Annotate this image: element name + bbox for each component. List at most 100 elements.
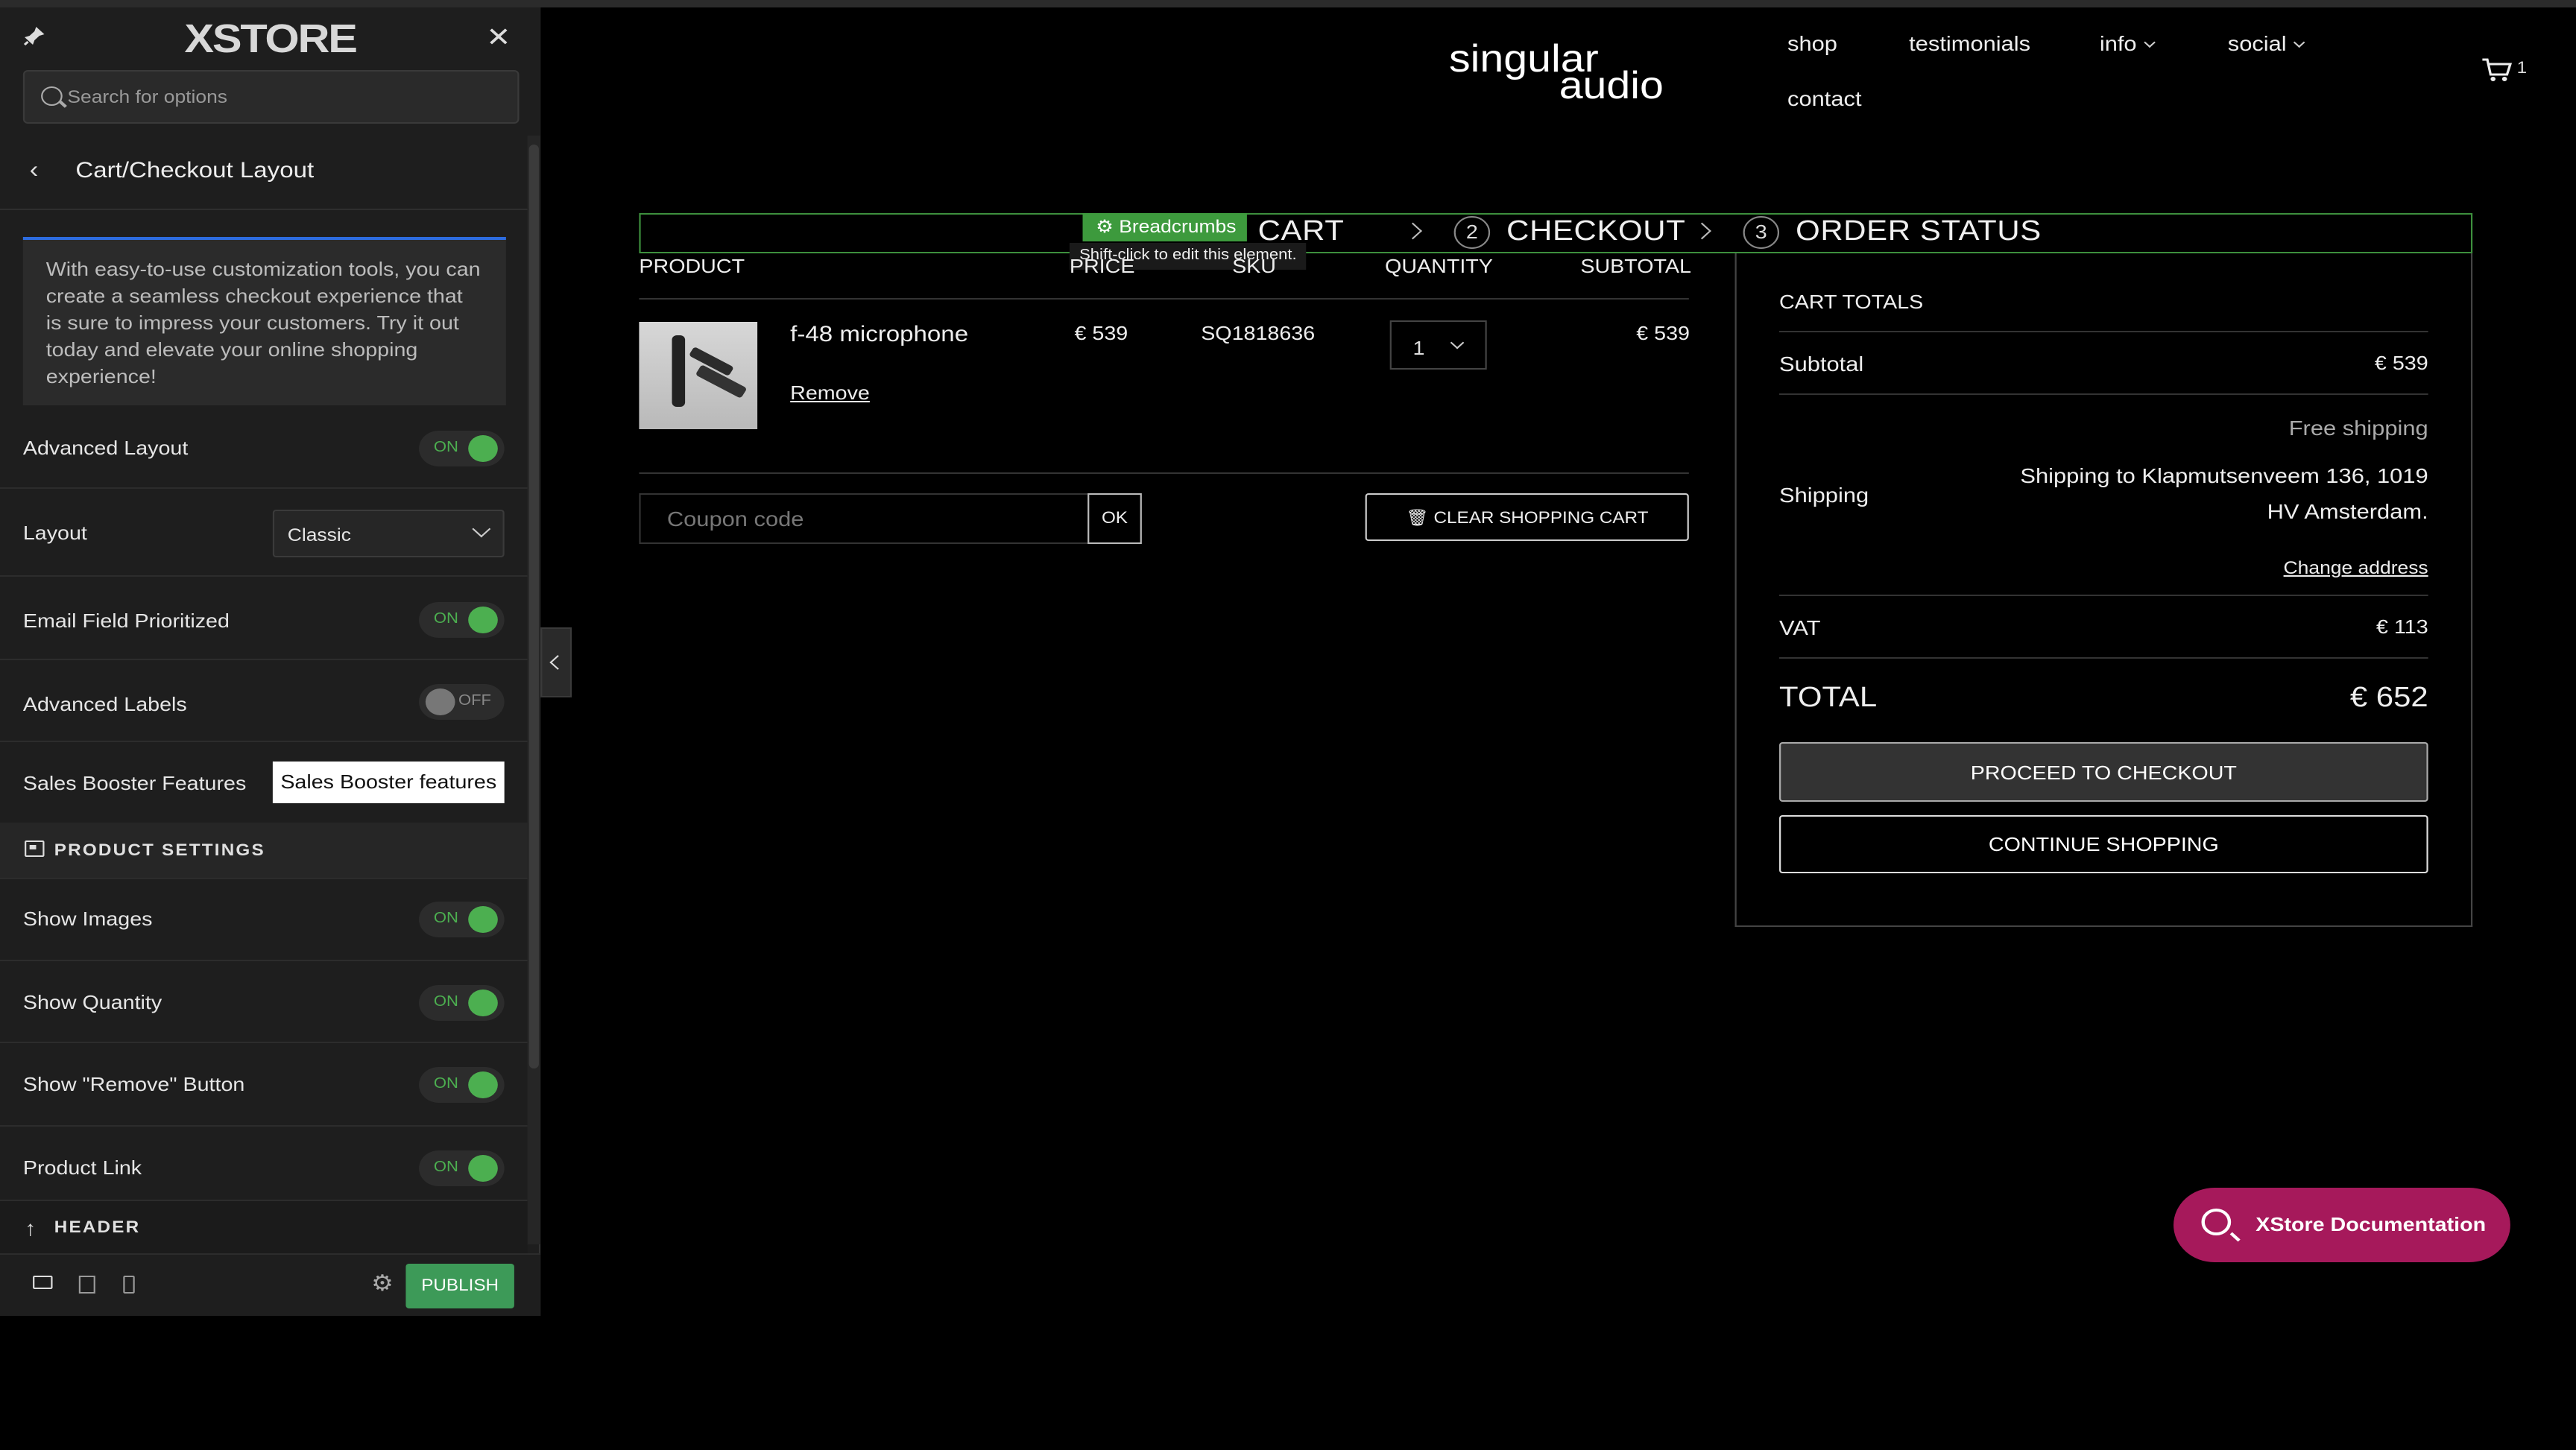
option-label: Show "Remove" Button [22,1073,245,1095]
customizer-panel: ‹ Cart/Checkout Layout With easy-to-use … [0,136,528,1244]
scrollbar-thumb[interactable] [528,145,539,1068]
chevron-down-icon [2293,37,2305,48]
product-name-link[interactable]: f-48 microphone [790,322,968,347]
toggle-state: ON [433,1076,458,1092]
option-label: Advanced Labels [22,693,187,715]
toggle-state: ON [433,1159,458,1176]
product-settings-section[interactable]: PRODUCT SETTINGS [0,823,528,879]
option-product-link: Product Link ON [0,1127,528,1209]
cart-totals-title: CART TOTALS [1779,291,1924,313]
search-input[interactable] [67,72,511,122]
option-sales-booster: Sales Booster Features Sales Booster fea… [0,742,528,824]
nav-social[interactable]: social [2227,31,2305,55]
cart-count: 1 [2516,60,2528,77]
apply-coupon-button[interactable]: OK [1087,493,1142,544]
customizer-header: XSTORE ✕ [0,7,541,136]
column-header-quantity: QUANTITY [1385,255,1493,277]
nav-info-label: info [2099,31,2137,55]
layout-select[interactable]: Classic [272,510,505,557]
sales-booster-button[interactable]: Sales Booster features [272,762,505,803]
panel-scrollbar[interactable] [527,136,541,1244]
panel-description: With easy-to-use customization tools, yo… [22,237,506,405]
clear-cart-label: CLEAR SHOPPING CART [1433,509,1649,527]
product-price: € 539 [1074,322,1128,344]
total-value: € 652 [2349,683,2428,714]
show-quantity-toggle[interactable]: ON [419,985,505,1021]
column-header-subtotal: SUBTOTAL [1580,255,1691,277]
mobile-icon[interactable] [123,1276,135,1294]
toggle-knob [468,607,498,633]
proceed-to-checkout-button[interactable]: PROCEED TO CHECKOUT [1779,742,2428,802]
divider [1779,595,2428,596]
option-label: Show Images [22,908,153,930]
quantity-select[interactable]: 1 [1389,320,1487,370]
collapse-sidebar-button[interactable] [540,627,572,697]
subtotal-label: Subtotal [1779,352,1864,376]
toggle-knob [425,688,455,715]
breadcrumb-step-order-status[interactable]: ORDER STATUS [1796,216,2042,249]
toggle-state: ON [433,611,458,627]
product-sku: SQ1818636 [1201,322,1316,344]
back-arrow-icon[interactable]: ‹ [30,158,39,185]
column-header-product: PRODUCT [639,255,745,277]
email-field-toggle[interactable]: ON [419,602,505,638]
product-link-toggle[interactable]: ON [419,1150,505,1186]
toggle-knob [468,990,498,1016]
divider [1779,331,2428,332]
product-subtotal: € 539 [1636,322,1690,344]
product-image[interactable] [639,322,758,429]
shipping-address-line-2: HV Amsterdam. [2267,499,2428,523]
option-label: Sales Booster Features [22,772,247,794]
nav-social-label: social [2227,31,2287,55]
continue-shopping-button[interactable]: CONTINUE SHOPPING [1779,815,2428,873]
toggle-state: ON [433,994,458,1010]
nav-testimonials[interactable]: testimonials [1909,31,2030,55]
divider [639,298,1689,300]
chevron-down-icon [472,520,491,538]
nav-contact[interactable]: contact [1787,86,1861,110]
nav-info[interactable]: info [2099,31,2155,55]
subtotal-value: € 539 [2374,352,2428,374]
tablet-icon[interactable] [78,1276,95,1294]
show-remove-toggle[interactable]: ON [419,1067,505,1103]
breadcrumb-step-checkout[interactable]: CHECKOUT [1506,216,1685,249]
advanced-labels-toggle[interactable]: OFF [419,684,505,720]
close-icon[interactable]: ✕ [486,22,511,54]
advanced-layout-toggle[interactable]: ON [419,431,505,466]
divider [639,472,1689,474]
option-advanced-layout: Advanced Layout ON [0,405,528,489]
chevron-down-icon [2143,37,2155,48]
option-label: Layout [22,522,87,544]
header-section[interactable]: ↑ HEADER [0,1200,528,1253]
coupon-code-input[interactable] [639,493,1090,544]
microphone-shape [672,335,686,407]
clear-cart-button[interactable]: 🗑 CLEAR SHOPPING CART [1365,493,1689,541]
breadcrumb-step-number: 3 [1743,216,1780,249]
divider [1779,393,2428,395]
shipping-address-line-1: Shipping to Klapmutsenveem 136, 1019 [2020,463,2428,487]
arrow-up-icon: ↑ [25,1216,37,1240]
option-label: Show Quantity [22,991,162,1013]
toggle-state: ON [433,911,458,927]
shipping-method: Free shipping [2288,416,2428,440]
toggle-state: ON [433,440,458,456]
cart-button[interactable]: 1 [2481,57,2527,83]
breadcrumbs-edit-tag[interactable]: ⚙ Breadcrumbs [1082,213,1248,241]
publish-button[interactable]: PUBLISH [405,1264,514,1308]
shipping-label: Shipping [1779,483,1869,507]
section-title: HEADER [54,1219,141,1237]
toggle-state: OFF [458,693,492,709]
change-address-link[interactable]: Change address [2100,557,2428,578]
show-images-toggle[interactable]: ON [419,902,505,937]
documentation-button[interactable]: XStore Documentation [2174,1188,2510,1262]
desktop-icon[interactable] [33,1276,53,1289]
gear-icon[interactable]: ⚙ [371,1270,394,1297]
documentation-label: XStore Documentation [2255,1213,2487,1235]
vat-label: VAT [1779,615,1821,639]
panel-title: Cart/Checkout Layout [75,158,315,183]
logo-line-2: audio [1559,63,1664,107]
remove-link[interactable]: Remove [790,382,870,404]
nav-shop[interactable]: shop [1787,31,1837,55]
cart-icon [2482,58,2513,81]
column-header-sku: SKU [1232,255,1277,277]
